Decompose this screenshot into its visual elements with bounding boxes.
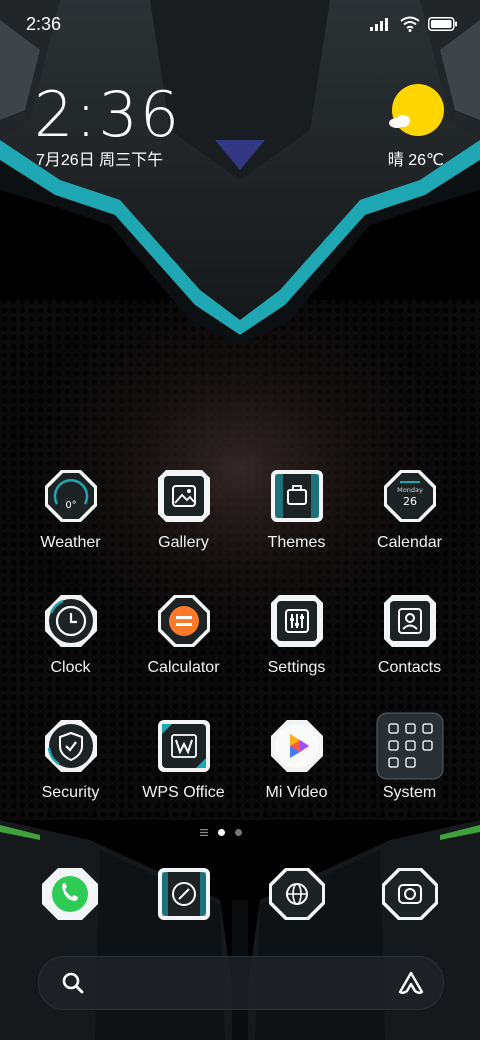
app-label: Mi Video <box>265 784 328 801</box>
menu-lines-icon <box>200 829 208 836</box>
cloud-icon <box>389 115 410 128</box>
app-label: Contacts <box>377 659 442 676</box>
app-label: System <box>382 784 437 801</box>
app-wps-office[interactable]: WPS Office <box>127 718 240 802</box>
status-bar: 2:36 <box>0 0 480 50</box>
app-label: Settings <box>267 659 326 676</box>
app-label: Calculator <box>147 659 220 676</box>
app-contacts[interactable]: Contacts <box>353 593 466 677</box>
clock-widget-time[interactable]: 2:36 <box>34 78 181 151</box>
gallery-icon <box>157 470 210 522</box>
app-system-folder[interactable]: System <box>353 712 466 802</box>
page-indicator[interactable] <box>200 829 242 836</box>
app-label: Weather <box>40 534 101 551</box>
clock-icon <box>44 595 97 647</box>
system-folder-icon <box>376 712 443 780</box>
calendar-icon-weekday: Monday <box>397 486 423 494</box>
wps-office-icon <box>157 720 210 772</box>
app-calendar[interactable]: Monday 26 Calendar <box>353 468 466 552</box>
page-dot-active[interactable] <box>218 829 225 836</box>
app-clock[interactable]: Clock <box>14 593 127 677</box>
app-settings[interactable]: Settings <box>240 593 353 677</box>
weather-icon: 0° <box>44 470 97 522</box>
wifi-icon <box>400 16 420 32</box>
browser-icon[interactable] <box>267 866 327 922</box>
camera-icon[interactable] <box>380 866 440 922</box>
weather-icon-temp: 0° <box>65 500 76 511</box>
app-calculator[interactable]: Calculator <box>127 593 240 677</box>
clock-widget-date: 7月26日 周三下午 <box>36 152 164 169</box>
themes-icon <box>270 470 323 522</box>
app-gallery[interactable]: Gallery <box>127 468 240 552</box>
status-time: 2:36 <box>26 14 62 34</box>
battery-icon <box>428 17 457 31</box>
app-label: Gallery <box>158 534 209 551</box>
calculator-icon <box>157 595 210 647</box>
search-bar[interactable] <box>38 956 444 1010</box>
sun-icon[interactable] <box>392 84 444 136</box>
app-label: Themes <box>267 534 326 551</box>
weather-widget-text: 晴 26℃ <box>387 152 444 169</box>
settings-icon <box>270 595 323 647</box>
calendar-icon-day: 26 <box>403 495 417 508</box>
page-dot[interactable] <box>235 829 242 836</box>
app-security[interactable]: Security <box>14 718 127 802</box>
app-label: Clock <box>50 659 91 676</box>
app-label: Security <box>41 784 100 801</box>
signal-icon <box>370 18 388 31</box>
phone-icon[interactable] <box>40 866 100 922</box>
app-themes[interactable]: Themes <box>240 468 353 552</box>
assistant-icon[interactable] <box>397 970 425 996</box>
contacts-icon <box>383 595 436 647</box>
compass-icon[interactable] <box>154 866 214 922</box>
mi-video-icon <box>270 720 323 772</box>
app-weather[interactable]: 0° Weather <box>14 468 127 552</box>
search-icon[interactable] <box>61 971 85 995</box>
app-label: Calendar <box>377 534 442 551</box>
security-icon <box>44 720 97 772</box>
calendar-icon: Monday 26 <box>383 470 436 522</box>
app-mi-video[interactable]: Mi Video <box>240 718 353 802</box>
app-label: WPS Office <box>142 784 225 801</box>
